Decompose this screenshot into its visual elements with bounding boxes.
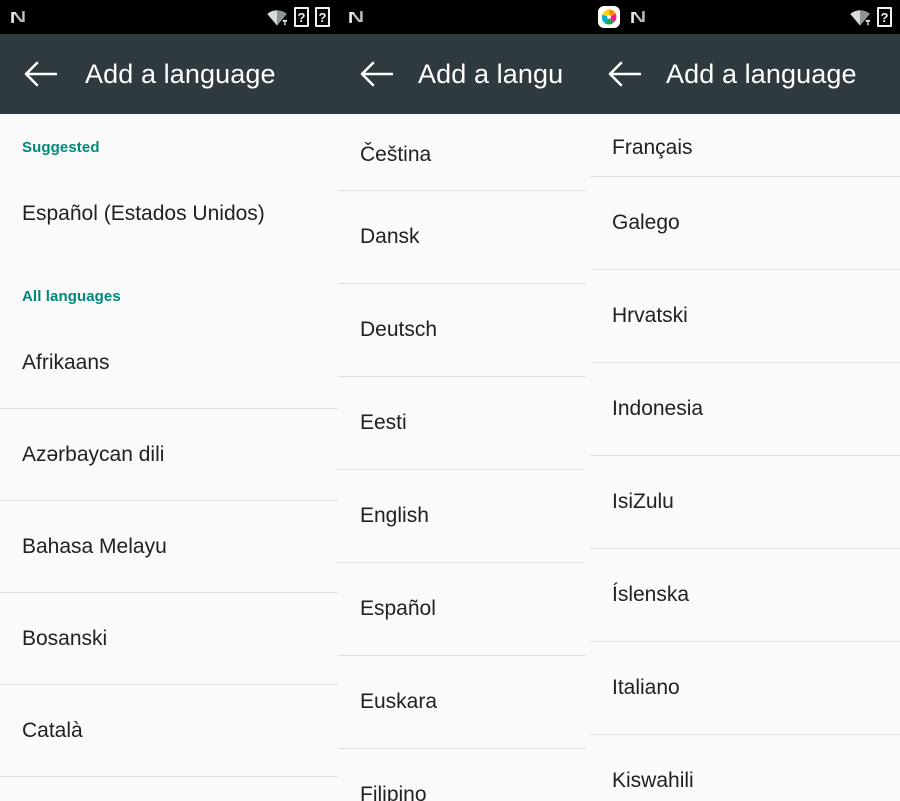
language-list-right[interactable]: Français Galego Hrvatski Indonesia IsiZu… bbox=[590, 114, 900, 801]
list-item[interactable]: Euskara bbox=[338, 656, 590, 748]
back-arrow-icon[interactable] bbox=[20, 54, 60, 94]
action-bar-middle: Add a langu bbox=[338, 34, 590, 114]
list-item[interactable]: Bahasa Melayu bbox=[0, 501, 338, 592]
list-item[interactable]: Català bbox=[0, 685, 338, 776]
unknown-glyph-icon: ? bbox=[877, 7, 892, 27]
panel-right: ? Add a language Français Galego Hrvatsk… bbox=[590, 0, 900, 801]
section-header-all-languages: All languages bbox=[22, 288, 121, 305]
panel-middle: Add a langu Čeština Dansk Deutsch Eesti … bbox=[338, 0, 590, 801]
list-item[interactable]: Afrikaans bbox=[0, 317, 338, 408]
list-item[interactable]: Indonesia bbox=[590, 363, 900, 455]
action-bar-right: Add a language bbox=[590, 34, 900, 114]
status-bar-left: ? ? bbox=[0, 0, 338, 34]
list-item[interactable]: Español bbox=[338, 563, 590, 655]
status-bar-left-icons bbox=[598, 6, 648, 28]
list-item[interactable]: Eesti bbox=[338, 377, 590, 469]
list-item[interactable]: Filipino bbox=[338, 749, 590, 801]
status-bar-left-icons bbox=[8, 7, 28, 27]
android-n-logo-icon bbox=[628, 7, 648, 27]
android-n-logo-icon bbox=[346, 7, 366, 27]
section-header-suggested: Suggested bbox=[22, 139, 100, 156]
page-title: Add a language bbox=[666, 58, 857, 89]
status-bar-right-icons: ? ? bbox=[266, 7, 330, 27]
language-list-middle[interactable]: Čeština Dansk Deutsch Eesti English Espa… bbox=[338, 114, 590, 801]
back-arrow-icon[interactable] bbox=[356, 54, 396, 94]
list-item[interactable]: Deutsch bbox=[338, 284, 590, 376]
language-list-left[interactable]: Suggested Español (Estados Unidos) All l… bbox=[0, 114, 338, 801]
list-item[interactable]: Azərbaycan dili bbox=[0, 409, 338, 500]
list-item[interactable]: Íslenska bbox=[590, 549, 900, 641]
wifi-icon bbox=[849, 8, 871, 26]
page-title: Add a language bbox=[85, 58, 276, 89]
status-bar-right-icons: ? bbox=[849, 7, 892, 27]
color-ball-app-icon bbox=[598, 6, 620, 28]
wifi-icon bbox=[266, 8, 288, 26]
list-divider bbox=[0, 776, 338, 777]
unknown-glyph-icon: ? bbox=[294, 7, 309, 27]
list-item[interactable]: Hrvatski bbox=[590, 270, 900, 362]
back-arrow-icon[interactable] bbox=[604, 54, 644, 94]
list-item[interactable]: Bosanski bbox=[0, 593, 338, 684]
list-item[interactable]: Français bbox=[590, 120, 900, 176]
list-item[interactable]: IsiZulu bbox=[590, 456, 900, 548]
status-bar-middle bbox=[338, 0, 590, 34]
android-n-logo-icon bbox=[8, 7, 28, 27]
list-top-spacer bbox=[0, 114, 338, 128]
list-item[interactable]: Kiswahili bbox=[590, 735, 900, 801]
list-item[interactable]: English bbox=[338, 470, 590, 562]
status-bar-right: ? bbox=[590, 0, 900, 34]
action-bar-left: Add a language bbox=[0, 34, 338, 114]
list-item[interactable]: Italiano bbox=[590, 642, 900, 734]
status-bar-left-icons bbox=[346, 7, 366, 27]
list-item[interactable]: Dansk bbox=[338, 191, 590, 283]
list-item[interactable]: Galego bbox=[590, 177, 900, 269]
list-item[interactable]: Español (Estados Unidos) bbox=[0, 168, 338, 259]
page-title: Add a langu bbox=[418, 58, 564, 89]
screenshot-root: ? ? Add a language Suggested Español (Es… bbox=[0, 0, 900, 801]
list-item[interactable]: Čeština bbox=[338, 120, 590, 190]
panel-left: ? ? Add a language Suggested Español (Es… bbox=[0, 0, 338, 801]
unknown-glyph-icon: ? bbox=[315, 7, 330, 27]
